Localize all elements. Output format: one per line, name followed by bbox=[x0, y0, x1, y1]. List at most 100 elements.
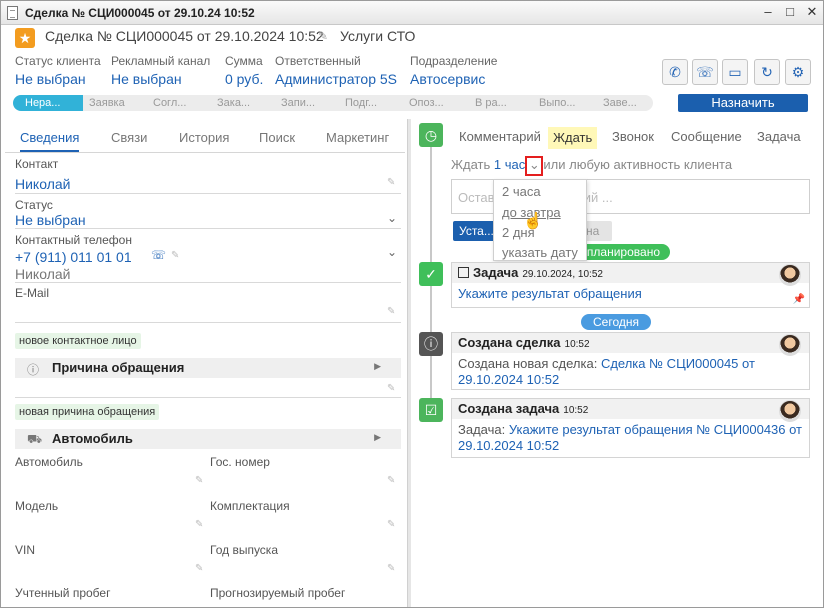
year-label: Год выпуска bbox=[210, 543, 278, 557]
task-card-body: Укажите результат обращения bbox=[452, 283, 809, 305]
star-icon[interactable]: ★ bbox=[15, 28, 35, 48]
edit-icon[interactable]: ✎ bbox=[387, 383, 395, 394]
deal-card-body: Создана новая сделка: Сделка № СЦИ000045… bbox=[452, 353, 809, 391]
new-reason-tag[interactable]: новая причина обращения bbox=[15, 404, 160, 420]
service-name: Услуги СТО bbox=[340, 28, 416, 44]
new-contact-tag[interactable]: новое контактное лицо bbox=[15, 333, 141, 349]
divider bbox=[15, 397, 401, 398]
task-created-icon: ☑ bbox=[419, 398, 443, 422]
phone-icon[interactable]: ☏ bbox=[692, 59, 718, 85]
phone-value[interactable]: +7 (911) 011 01 01 bbox=[15, 249, 132, 265]
window-title: Сделка № СЦИ000045 от 29.10.24 10:52 bbox=[25, 6, 255, 20]
stage-step[interactable]: Заявка bbox=[83, 95, 147, 111]
phone-call-icon[interactable]: ☏ bbox=[151, 248, 166, 262]
expand-arrow-icon: ▶ bbox=[374, 361, 381, 371]
checkbox-icon[interactable] bbox=[458, 267, 469, 278]
stage-step[interactable]: Опоз... bbox=[403, 95, 467, 111]
contact-label: Контакт bbox=[15, 157, 59, 171]
tab-history[interactable]: История bbox=[179, 130, 229, 145]
details-panel: Контакт Николай ✎ Статус Не выбран ⌄ Кон… bbox=[5, 153, 405, 607]
left-tabs: Сведения Связи История Поиск Маркетинг bbox=[5, 125, 405, 153]
ad-channel-value[interactable]: Не выбран bbox=[111, 71, 182, 87]
dropdown-item[interactable]: 2 часа bbox=[502, 184, 541, 199]
gear-icon[interactable]: ⚙ bbox=[785, 59, 811, 85]
divider bbox=[15, 282, 401, 283]
tab-call[interactable]: Звонок bbox=[612, 129, 654, 144]
stage-step[interactable]: Согл... bbox=[147, 95, 211, 111]
minimize-button[interactable]: ‒ bbox=[759, 3, 777, 21]
stage-step[interactable]: Выпо... bbox=[531, 95, 595, 111]
stage-step[interactable]: Подг... bbox=[339, 95, 403, 111]
deal-title: Сделка № СЦИ000045 от 29.10.2024 10:52 bbox=[45, 28, 324, 44]
avatar bbox=[779, 264, 801, 286]
tab-search[interactable]: Поиск bbox=[259, 130, 295, 145]
task-created-header: Создана задача 10:52 bbox=[452, 399, 809, 422]
close-button[interactable]: ✕ bbox=[803, 3, 821, 21]
client-status-value[interactable]: Не выбран bbox=[15, 71, 86, 87]
deal-card-header: Создана сделка 10:52 bbox=[452, 333, 809, 356]
stage-step[interactable]: В ра... bbox=[467, 95, 531, 111]
edit-icon[interactable]: ✎ bbox=[171, 250, 179, 261]
stage-step[interactable]: Зака... bbox=[211, 95, 275, 111]
dropdown-item[interactable]: указать дату bbox=[502, 245, 578, 260]
edit-icon[interactable]: ✎ bbox=[387, 519, 395, 530]
task-card-link[interactable]: Укажите результат обращения bbox=[458, 286, 642, 301]
refresh-icon[interactable]: ↻ bbox=[754, 59, 780, 85]
tab-task[interactable]: Задача bbox=[757, 129, 801, 144]
pin-icon[interactable]: 📌 bbox=[793, 294, 805, 305]
department-value[interactable]: Автосервис bbox=[410, 71, 485, 87]
deal-created-card: Создана сделка 10:52 Создана новая сделка… bbox=[451, 332, 810, 390]
task-card-header: Задача 29.10.2024, 10:52 bbox=[452, 263, 809, 286]
edit-icon[interactable]: ✎ bbox=[387, 475, 395, 486]
avatar bbox=[779, 334, 801, 356]
plate-label: Гос. номер bbox=[210, 455, 270, 469]
trim-label: Комплектация bbox=[210, 499, 290, 513]
tab-details[interactable]: Сведения bbox=[20, 130, 80, 152]
client-status-label: Статус клиента bbox=[15, 54, 101, 68]
divider bbox=[15, 322, 401, 323]
responsible-value[interactable]: Администратор 5S bbox=[275, 71, 397, 87]
tab-message[interactable]: Сообщение bbox=[671, 129, 742, 144]
car-section-header[interactable]: ⛟ Автомобиль ▶ bbox=[15, 429, 401, 449]
edit-icon[interactable]: ✎ bbox=[387, 306, 395, 317]
edit-icon[interactable]: ✎ bbox=[195, 563, 203, 574]
chevron-down-icon[interactable]: ⌄ bbox=[387, 211, 397, 225]
edit-icon[interactable]: ✎ bbox=[387, 563, 395, 574]
tab-wait[interactable]: Ждать bbox=[548, 127, 598, 149]
stage-step[interactable]: Нера... bbox=[13, 95, 83, 111]
assign-button[interactable]: Назначить bbox=[678, 94, 808, 112]
stage-step[interactable]: Запи... bbox=[275, 95, 339, 111]
tab-marketing[interactable]: Маркетинг bbox=[326, 130, 389, 145]
chevron-down-icon[interactable]: ⌄ bbox=[387, 245, 397, 259]
maximize-button[interactable]: □ bbox=[781, 3, 799, 21]
edit-pencil-icon[interactable]: ✎ bbox=[318, 29, 328, 43]
avatar bbox=[779, 400, 801, 422]
edit-icon[interactable]: ✎ bbox=[195, 519, 203, 530]
task-check-icon: ✓ bbox=[419, 262, 443, 286]
email-label: E-Mail bbox=[15, 286, 50, 300]
department-label: Подразделение bbox=[410, 54, 498, 68]
deal-card-text: Создана новая сделка: bbox=[458, 356, 598, 371]
wait-duration-link[interactable]: 1 час bbox=[494, 157, 525, 172]
tab-comment[interactable]: Комментарий bbox=[459, 129, 541, 144]
tab-links[interactable]: Связи bbox=[111, 130, 147, 145]
wait-prefix: Ждать bbox=[451, 157, 491, 172]
edit-icon[interactable]: ✎ bbox=[387, 177, 395, 188]
forecast-mileage-label: Прогнозируемый пробег bbox=[210, 586, 346, 600]
task-created-link[interactable]: Укажите результат обращения № СЦИ000436 … bbox=[458, 422, 802, 453]
car-icon: ⛟ bbox=[27, 432, 43, 446]
contact-value[interactable]: Николай bbox=[15, 176, 70, 192]
call-transfer-icon[interactable]: ✆ bbox=[662, 59, 688, 85]
edit-icon[interactable]: ✎ bbox=[195, 475, 203, 486]
chat-icon[interactable]: ▭ bbox=[722, 59, 748, 85]
amount-value[interactable]: 0 руб. bbox=[225, 71, 263, 87]
panel-splitter[interactable] bbox=[407, 119, 411, 607]
car-section-title: Автомобиль bbox=[52, 431, 133, 446]
ad-channel-label: Рекламный канал bbox=[111, 54, 211, 68]
status-value[interactable]: Не выбран bbox=[15, 212, 86, 228]
stage-step[interactable]: Заве... bbox=[595, 95, 653, 111]
reason-section-header[interactable]: ⓘ Причина обращения ▶ bbox=[15, 358, 401, 378]
stage-progress: Нера... Заявка Согл... Зака... Запи... П… bbox=[13, 95, 653, 111]
deal-card-title: Создана сделка bbox=[458, 335, 561, 350]
vin-label: VIN bbox=[15, 543, 36, 557]
